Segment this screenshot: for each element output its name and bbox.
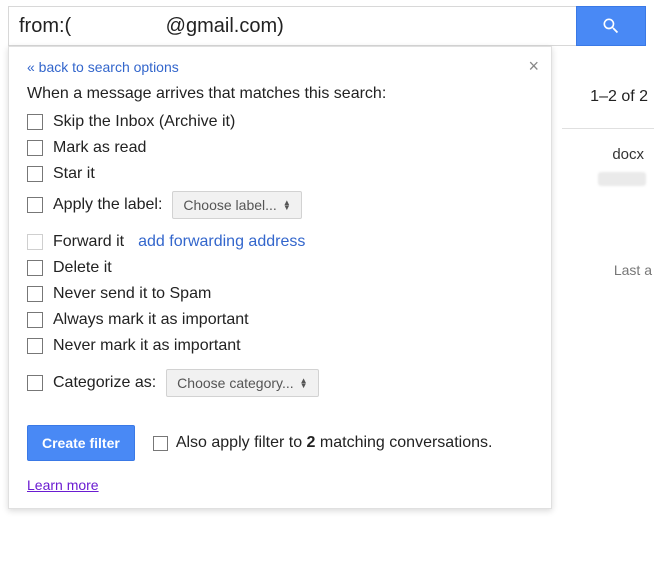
filter-intro-text: When a message arrives that matches this… <box>27 85 535 103</box>
option-label: Skip the Inbox (Archive it) <box>53 113 235 131</box>
filter-panel: × « back to search options When a messag… <box>8 46 552 509</box>
option-mark-read[interactable]: Mark as read <box>27 139 535 157</box>
sort-caret-icon: ▲▼ <box>283 200 291 210</box>
checkbox-icon[interactable] <box>27 234 43 250</box>
also-apply-label: Also apply filter to 2 matching conversa… <box>176 434 493 452</box>
divider <box>562 128 654 129</box>
last-activity-fragment: Last a <box>614 262 652 278</box>
checkbox-icon[interactable] <box>27 140 43 156</box>
option-label: Never send it to Spam <box>53 285 211 303</box>
blurred-text <box>598 172 646 186</box>
option-label: Always mark it as important <box>53 311 249 329</box>
back-to-search-link[interactable]: « back to search options <box>27 59 179 75</box>
add-forwarding-link[interactable]: add forwarding address <box>138 233 305 251</box>
option-label: Star it <box>53 165 95 183</box>
checkbox-icon[interactable] <box>27 197 43 213</box>
search-bar <box>0 0 654 46</box>
option-delete[interactable]: Delete it <box>27 259 535 277</box>
search-icon <box>601 16 621 36</box>
dropdown-text: Choose label... <box>183 197 276 213</box>
option-label: Delete it <box>53 259 112 277</box>
panel-actions: Create filter Also apply filter to 2 mat… <box>27 425 535 461</box>
learn-more-link[interactable]: Learn more <box>27 477 99 493</box>
option-also-apply[interactable]: Also apply filter to 2 matching conversa… <box>153 434 493 452</box>
checkbox-icon[interactable] <box>27 166 43 182</box>
checkbox-icon[interactable] <box>27 375 43 391</box>
option-label: Never mark it as important <box>53 337 241 355</box>
checkbox-icon[interactable] <box>27 338 43 354</box>
search-input[interactable] <box>8 6 576 46</box>
dropdown-text: Choose category... <box>177 375 293 391</box>
option-star[interactable]: Star it <box>27 165 535 183</box>
checkbox-icon[interactable] <box>27 286 43 302</box>
category-dropdown[interactable]: Choose category... ▲▼ <box>166 369 318 397</box>
search-button[interactable] <box>576 6 646 46</box>
option-never-spam[interactable]: Never send it to Spam <box>27 285 535 303</box>
option-skip-inbox[interactable]: Skip the Inbox (Archive it) <box>27 113 535 131</box>
option-categorize[interactable]: Categorize as: Choose category... ▲▼ <box>27 369 535 397</box>
results-count: 1–2 of 2 <box>590 88 648 106</box>
label-dropdown[interactable]: Choose label... ▲▼ <box>172 191 301 219</box>
option-label: Mark as read <box>53 139 146 157</box>
option-label: Apply the label: <box>53 196 162 214</box>
checkbox-icon[interactable] <box>27 312 43 328</box>
create-filter-button[interactable]: Create filter <box>27 425 135 461</box>
option-never-important[interactable]: Never mark it as important <box>27 337 535 355</box>
option-forward[interactable]: Forward it add forwarding address <box>27 233 535 251</box>
option-always-important[interactable]: Always mark it as important <box>27 311 535 329</box>
checkbox-icon[interactable] <box>27 260 43 276</box>
file-name-fragment: docx <box>612 146 644 163</box>
option-label: Forward it <box>53 233 124 251</box>
option-apply-label[interactable]: Apply the label: Choose label... ▲▼ <box>27 191 535 219</box>
option-label: Categorize as: <box>53 374 156 392</box>
sort-caret-icon: ▲▼ <box>300 378 308 388</box>
checkbox-icon[interactable] <box>153 436 168 451</box>
close-icon[interactable]: × <box>528 57 539 75</box>
checkbox-icon[interactable] <box>27 114 43 130</box>
